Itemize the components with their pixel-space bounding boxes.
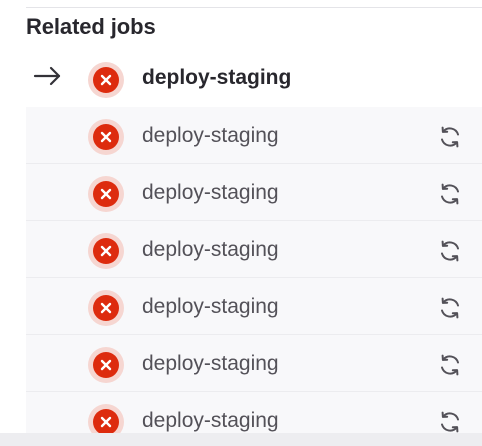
retry-icon[interactable] (436, 237, 464, 265)
job-row[interactable]: deploy-staging (26, 221, 482, 278)
footer-bar (0, 433, 482, 446)
job-name[interactable]: deploy-staging (142, 181, 279, 205)
job-row-current[interactable]: deploy-staging (26, 50, 482, 107)
section-title: Related jobs (26, 14, 156, 39)
job-row[interactable]: deploy-staging (26, 164, 482, 221)
job-row[interactable]: deploy-staging (26, 335, 482, 392)
status-failed-icon (88, 233, 124, 269)
related-jobs-list: deploy-staging deploy-staging deploy-sta… (26, 50, 482, 446)
retry-icon[interactable] (436, 180, 464, 208)
job-name[interactable]: deploy-staging (142, 352, 279, 376)
job-name[interactable]: deploy-staging (142, 409, 279, 433)
status-failed-icon (88, 62, 124, 98)
status-failed-icon (88, 119, 124, 155)
job-name[interactable]: deploy-staging (142, 295, 279, 319)
arrow-right-icon (33, 66, 61, 86)
job-name[interactable]: deploy-staging (142, 238, 279, 262)
divider (26, 7, 482, 8)
retry-icon[interactable] (436, 294, 464, 322)
job-row[interactable]: deploy-staging (26, 278, 482, 335)
retry-icon[interactable] (436, 408, 464, 436)
job-name[interactable]: deploy-staging (142, 124, 279, 148)
status-failed-icon (88, 176, 124, 212)
status-failed-icon (88, 347, 124, 383)
status-failed-icon (88, 290, 124, 326)
job-name[interactable]: deploy-staging (142, 66, 291, 90)
related-jobs-panel: Related jobs deploy-staging deploy-stagi… (0, 0, 482, 446)
retry-icon[interactable] (436, 123, 464, 151)
job-row[interactable]: deploy-staging (26, 107, 482, 164)
retry-icon[interactable] (436, 351, 464, 379)
